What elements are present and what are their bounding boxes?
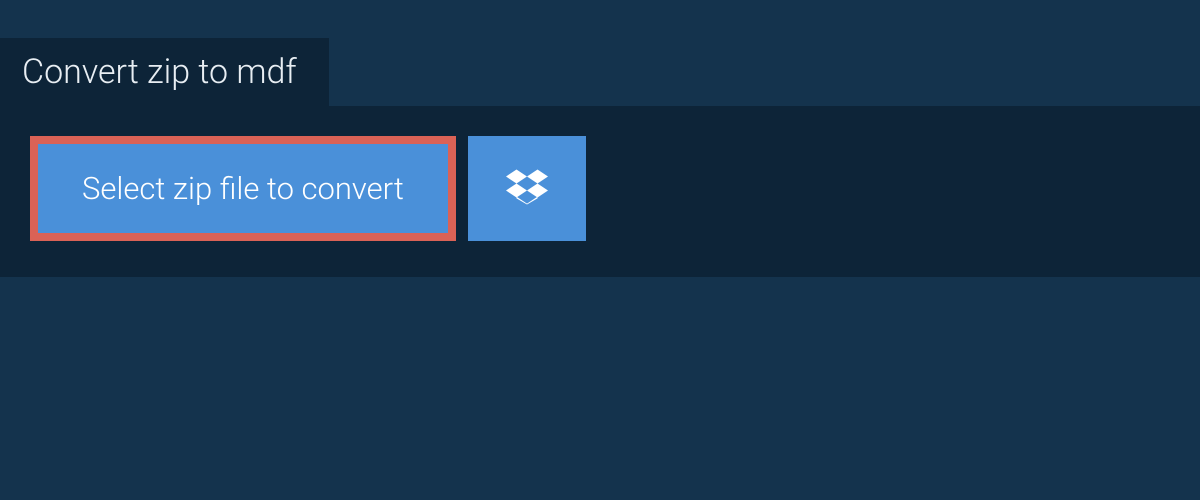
- dropbox-button[interactable]: [468, 136, 586, 241]
- tab-label: Convert zip to mdf: [22, 52, 297, 92]
- button-row: Select zip file to convert: [30, 136, 1170, 241]
- tab-bar: Convert zip to mdf: [0, 38, 329, 106]
- select-file-button[interactable]: Select zip file to convert: [30, 136, 456, 241]
- upload-panel: Select zip file to convert: [0, 106, 1200, 277]
- tab-convert[interactable]: Convert zip to mdf: [0, 38, 329, 106]
- select-file-label: Select zip file to convert: [82, 170, 404, 207]
- dropbox-icon: [506, 166, 548, 212]
